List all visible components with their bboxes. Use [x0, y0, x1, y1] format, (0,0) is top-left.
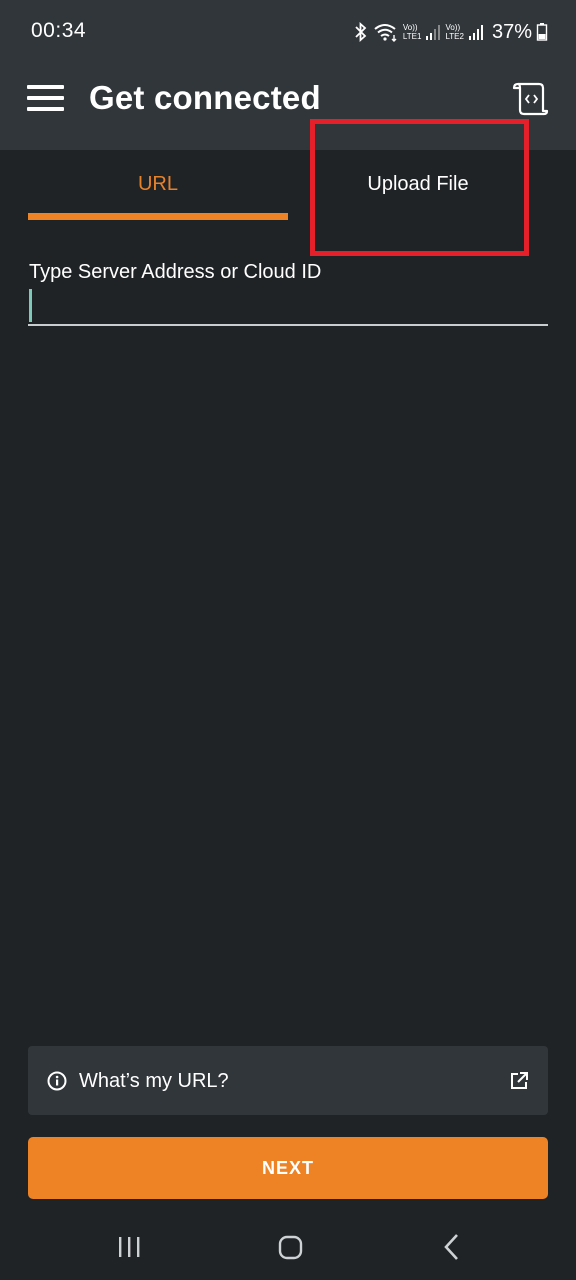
code-document-button[interactable]	[506, 78, 554, 122]
back-icon[interactable]	[435, 1232, 471, 1262]
next-button-label: NEXT	[261, 1157, 314, 1178]
battery-percent: 37%	[491, 20, 532, 43]
volte-label-1: Vo))	[402, 23, 418, 32]
sim1-label: LTE1	[402, 32, 422, 41]
whats-my-url-link[interactable]: What’s my URL?	[28, 1046, 548, 1115]
signal-sim1-icon	[425, 23, 441, 41]
status-time: 00:34	[31, 19, 87, 42]
system-navigation-bar	[0, 1212, 576, 1280]
status-icons: Vo)) LTE1 Vo)) LTE2 37%	[353, 16, 548, 48]
volte-sim1-icon: Vo)) LTE1	[403, 23, 422, 41]
hamburger-menu-icon	[27, 84, 65, 117]
whats-my-url-label: What’s my URL?	[79, 1070, 229, 1092]
volte-label-2: Vo))	[445, 23, 461, 32]
tab-url[interactable]: URL	[28, 150, 288, 222]
bluetooth-icon	[353, 22, 369, 42]
tab-selected-indicator	[28, 213, 288, 220]
server-address-field[interactable]	[28, 288, 548, 326]
tab-url-label: URL	[137, 173, 178, 195]
home-icon[interactable]	[270, 1234, 310, 1262]
menu-button[interactable]	[22, 78, 70, 122]
page-title: Get connected	[89, 79, 321, 116]
volte-sim2-icon: Vo)) LTE2	[445, 23, 464, 41]
recent-apps-icon[interactable]	[110, 1234, 148, 1260]
highlight-annotation-box	[310, 119, 529, 256]
server-address-input[interactable]	[28, 288, 548, 324]
sim2-label: LTE2	[445, 32, 464, 41]
battery-icon	[536, 22, 548, 42]
info-icon	[46, 1070, 68, 1092]
external-link-icon	[508, 1070, 530, 1092]
screen: 00:34 Vo)) LTE1 Vo)) LTE2 37% Get connec…	[0, 0, 576, 1280]
status-bar: 00:34 Vo)) LTE1 Vo)) LTE2 37%	[0, 0, 576, 64]
next-button[interactable]: NEXT	[28, 1137, 548, 1199]
wifi-icon	[373, 22, 399, 42]
server-address-label: Type Server Address or Cloud ID	[29, 261, 322, 283]
signal-sim2-icon	[468, 23, 484, 41]
code-document-icon	[511, 80, 549, 121]
